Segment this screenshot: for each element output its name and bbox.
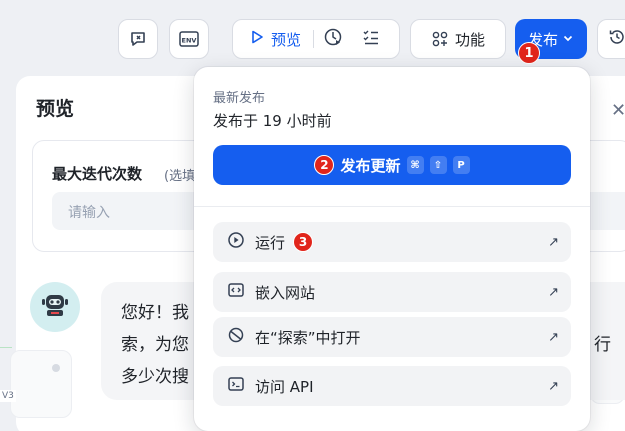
- message-line-2: 索，为您: [121, 335, 189, 355]
- run-history-button[interactable]: [314, 20, 352, 58]
- close-icon[interactable]: ✕: [611, 100, 625, 121]
- play-circle-icon: [227, 231, 245, 253]
- top-toolbar: ENV 预览 功能 发布 1: [0, 0, 625, 76]
- publish-update-button[interactable]: 2 发布更新 ⌘ ⇧ P: [213, 145, 571, 185]
- embed-website-item[interactable]: 嵌入网站 ↗: [213, 272, 571, 312]
- panel-title: 预览: [36, 98, 75, 120]
- access-api-label: 访问 API: [255, 377, 314, 396]
- max-iterations-label: 最大迭代次数: [52, 165, 143, 183]
- run-item[interactable]: 运行 3 ↗: [213, 222, 571, 262]
- publish-update-label: 发布更新: [340, 156, 401, 175]
- env-icon: ENV: [178, 29, 200, 49]
- message-line-3: 多少次搜: [121, 367, 189, 387]
- explore-icon: [227, 326, 245, 348]
- embed-website-label: 嵌入网站: [255, 283, 316, 302]
- canvas-edge: [0, 347, 12, 348]
- step-badge-2: 2: [314, 155, 335, 175]
- open-in-explore-label: 在“探索”中打开: [255, 328, 361, 347]
- env-button[interactable]: ENV: [169, 19, 209, 59]
- access-api-item[interactable]: 访问 API ↗: [213, 366, 571, 406]
- open-in-explore-item[interactable]: 在“探索”中打开 ↗: [213, 317, 571, 357]
- message-line-1: 您好！我: [121, 303, 189, 323]
- latest-publish-label: 最新发布: [213, 91, 266, 106]
- clock-play-icon: [323, 27, 343, 51]
- arrow-up-right-icon: ↗: [548, 378, 559, 394]
- chevron-down-icon: [562, 30, 574, 48]
- preview-group: 预览: [232, 19, 400, 59]
- published-time: 发布于 19 小时前: [213, 112, 332, 130]
- variable-x-icon: [128, 29, 148, 49]
- canvas-node: [10, 350, 72, 418]
- message-line-2-tail: 行: [594, 335, 611, 355]
- cmd-key: ⌘: [406, 156, 424, 174]
- bot-avatar: [30, 282, 80, 332]
- play-icon: [249, 29, 265, 49]
- arrow-up-right-icon: ↗: [548, 234, 559, 250]
- checklist-button[interactable]: [352, 20, 390, 58]
- preview-button[interactable]: 预览: [233, 20, 313, 58]
- variable-inspect-button[interactable]: [118, 19, 158, 59]
- node-version-tag: V3: [0, 390, 16, 402]
- step-badge-1: 1: [518, 42, 540, 64]
- terminal-icon: [227, 375, 245, 397]
- step-badge-3: 3: [293, 232, 314, 252]
- features-label: 功能: [454, 30, 485, 49]
- features-button[interactable]: 功能: [410, 19, 506, 59]
- preview-label: 预览: [271, 30, 302, 49]
- node-handle: [52, 364, 60, 372]
- arrow-up-right-icon: ↗: [548, 284, 559, 300]
- p-key: P: [452, 156, 470, 174]
- embed-icon: [227, 281, 245, 303]
- robot-icon: [38, 288, 72, 326]
- svg-text:ENV: ENV: [182, 37, 197, 45]
- version-history-button[interactable]: [597, 19, 625, 59]
- dropdown-divider: [194, 206, 590, 207]
- history-icon: [608, 28, 625, 50]
- shift-key: ⇧: [429, 156, 447, 174]
- run-label: 运行: [255, 233, 286, 252]
- features-grid-icon: [431, 30, 449, 48]
- optional-hint: (选填: [164, 169, 196, 184]
- arrow-up-right-icon: ↗: [548, 329, 559, 345]
- checklist-icon: [362, 28, 380, 50]
